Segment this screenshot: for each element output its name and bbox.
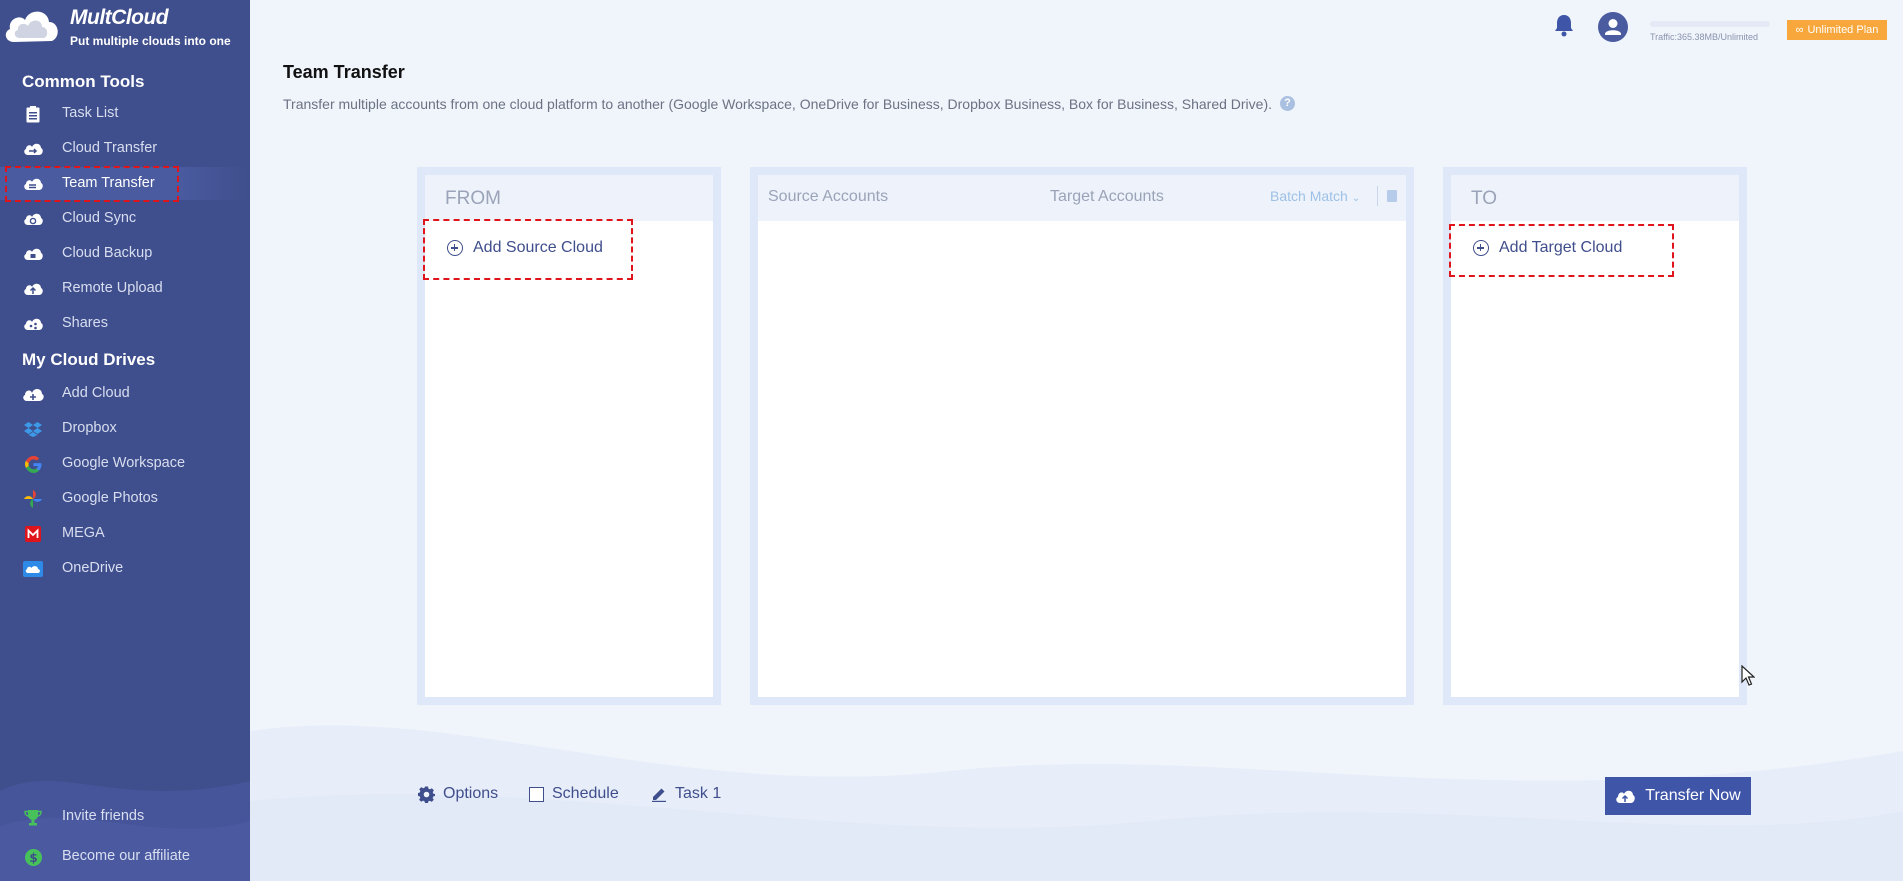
notification-bell-icon[interactable] [1553,13,1575,37]
gear-icon [418,786,435,803]
sidebar-item-label: Cloud Sync [62,210,137,226]
brand[interactable]: MultCloud Put multiple clouds into one [0,0,250,60]
common-tools-title: Common Tools [22,72,145,91]
sidebar-item-cloud-sync[interactable]: Cloud Sync [0,202,250,235]
sidebar-item-label: Google Photos [62,490,158,506]
sidebar-item-google-photos[interactable]: Google Photos [0,482,250,515]
schedule-label: Schedule [552,785,619,802]
sidebar-item-mega[interactable]: MEGA [0,517,250,550]
sidebar-item-shares[interactable]: Shares [0,307,250,340]
sidebar-item-become-affiliate[interactable]: $ Become our affiliate [0,840,250,873]
options-button[interactable]: Options [418,785,498,803]
brand-name: MultCloud [70,6,169,29]
google-photos-icon [22,490,44,508]
from-panel-body [425,221,713,697]
sidebar-item-label: Become our affiliate [62,848,190,864]
sidebar-item-invite-friends[interactable]: Invite friends [0,800,250,833]
user-icon [1605,19,1621,35]
team-transfer-highlight [5,166,179,202]
help-icon[interactable]: ? [1280,96,1295,111]
pencil-icon [652,788,666,802]
document-icon[interactable] [1387,190,1397,202]
infinity-icon: ∞ [1795,24,1804,36]
accounts-panel-body [758,221,1406,697]
to-panel-body [1451,221,1739,697]
sidebar-item-remote-upload[interactable]: Remote Upload [0,272,250,305]
header-divider [1377,186,1378,206]
mega-icon [22,525,44,543]
cloud-transfer-icon [22,140,44,158]
sidebar-item-label: Cloud Backup [62,245,153,261]
to-panel: TO Add Target Cloud [1443,167,1747,705]
sidebar: MultCloud Put multiple clouds into one C… [0,0,250,881]
add-source-cloud-highlight [423,219,633,280]
trophy-icon [22,808,44,826]
dropbox-icon [22,420,44,438]
plan-label: Unlimited Plan [1807,24,1879,36]
sidebar-item-label: Remote Upload [62,280,163,296]
transfer-now-label: Transfer Now [1645,787,1741,804]
schedule-checkbox[interactable]: Schedule [529,785,619,803]
options-label: Options [443,785,499,802]
to-panel-title: TO [1471,188,1498,209]
sidebar-item-google-workspace[interactable]: Google Workspace [0,447,250,480]
onedrive-icon [22,560,44,578]
mouse-cursor-icon [1741,665,1755,686]
task-list-icon [22,105,44,123]
svg-text:$: $ [29,851,37,865]
main-content: Traffic:365.38MB/Unlimited ∞ Unlimited P… [250,0,1903,881]
sidebar-item-dropbox[interactable]: Dropbox [0,412,250,445]
transfer-now-button[interactable]: Transfer Now [1605,777,1751,815]
chevron-down-icon: ⌄ [1351,193,1361,204]
sidebar-item-label: Task List [62,105,119,121]
sidebar-item-label: Shares [62,315,108,331]
page-title: Team Transfer [283,62,405,82]
brand-tagline: Put multiple clouds into one [70,34,231,48]
sidebar-item-onedrive[interactable]: OneDrive [0,552,250,585]
from-panel-title: FROM [445,188,501,209]
task-name-label: Task 1 [675,785,722,802]
traffic-progress-bar [1650,21,1770,27]
dollar-icon: $ [22,848,44,866]
shares-icon [22,315,44,333]
google-icon [22,455,44,473]
sidebar-item-label: Cloud Transfer [62,140,158,156]
sidebar-item-label: OneDrive [62,560,124,576]
task-name-edit[interactable]: Task 1 [651,785,721,803]
sidebar-item-cloud-transfer[interactable]: Cloud Transfer [0,132,250,165]
sidebar-item-label: MEGA [62,525,105,541]
target-accounts-header: Target Accounts [1050,188,1164,205]
page-description: Transfer multiple accounts from one clou… [283,96,1272,112]
sidebar-item-label: Dropbox [62,420,117,436]
sidebar-item-add-cloud[interactable]: Add Cloud [0,377,250,410]
user-avatar[interactable] [1598,12,1628,42]
cloud-upload-icon [1616,790,1636,803]
source-accounts-header: Source Accounts [768,188,889,205]
accounts-panel [750,167,1414,705]
schedule-checkbox-box[interactable] [529,786,544,802]
unlimited-plan-button[interactable]: ∞ Unlimited Plan [1787,20,1887,40]
from-panel: FROM Add Source Cloud [417,167,721,705]
sidebar-item-label: Invite friends [62,808,145,824]
batch-match-label: Batch Match [1270,188,1348,204]
sidebar-item-cloud-backup[interactable]: Cloud Backup [0,237,250,270]
my-cloud-drives-title: My Cloud Drives [22,350,156,369]
traffic-usage-text: Traffic:365.38MB/Unlimited [1650,32,1759,42]
sidebar-item-label: Google Workspace [62,455,186,471]
remote-upload-icon [22,280,44,298]
sidebar-item-label: Add Cloud [62,385,130,401]
cloud-sync-icon [22,210,44,228]
add-target-cloud-highlight [1449,224,1674,277]
batch-match-dropdown[interactable]: Batch Match ⌄ [1270,188,1360,204]
cloud-backup-icon [22,245,44,263]
sidebar-item-task-list[interactable]: Task List [0,97,250,130]
add-cloud-icon [22,385,44,403]
multcloud-logo-icon [5,11,58,42]
